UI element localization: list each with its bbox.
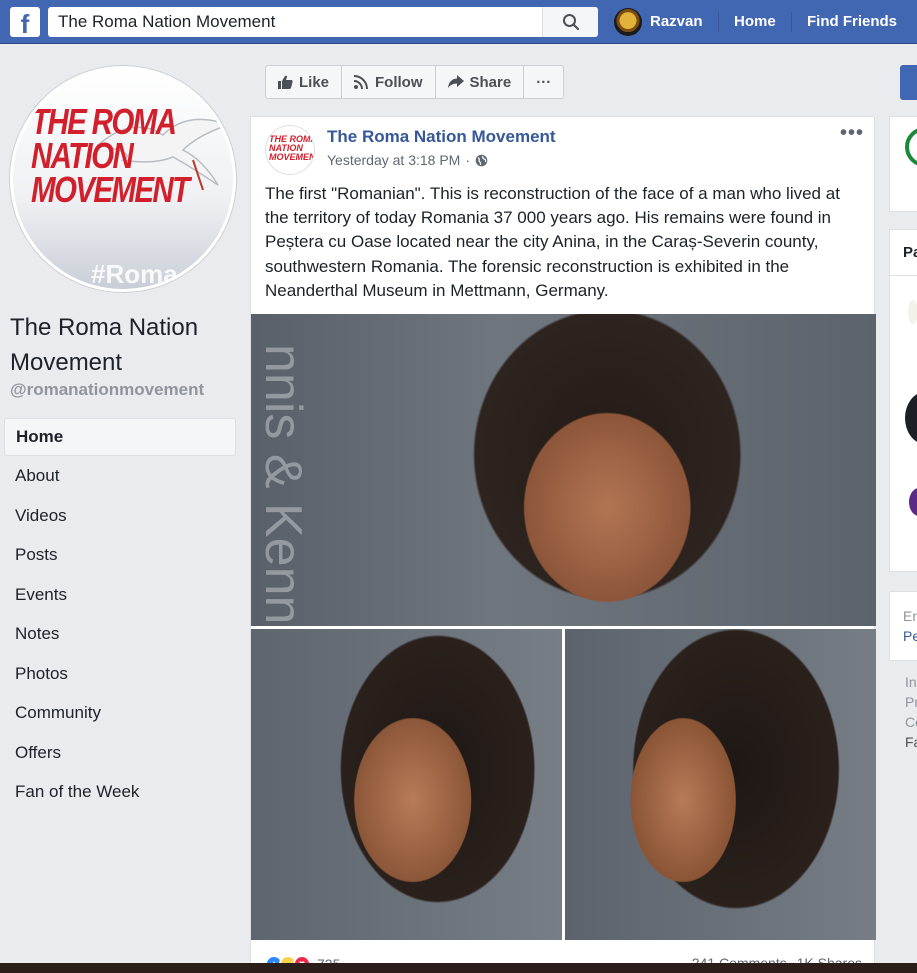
divider [791,12,792,32]
search-button[interactable] [542,7,598,37]
post-time-text[interactable]: Yesterday at 3:18 PM [327,152,460,168]
top-navigation-bar: f Razvan Home Find Friends [0,0,917,44]
rss-icon [354,75,369,89]
nav-item-photos[interactable]: Photos [4,654,236,694]
post-photo-left[interactable] [251,629,562,940]
right-card-language: Er Pe [889,591,917,661]
right-card-pages: Pa [889,229,917,572]
page-logo-hashtag: #Roma [91,259,178,289]
page-handle[interactable]: @romanationmovement [10,380,204,400]
nav-item-notes[interactable]: Notes [4,614,236,654]
post-timestamp: Yesterday at 3:18 PM · [327,152,488,168]
post-avatar-logo-text: THE ROMANATIONMOVEMENT [269,134,315,162]
page-thumbnail-1[interactable] [908,300,917,324]
facebook-logo[interactable]: f [10,7,40,37]
page-thumbnail-2[interactable] [905,392,917,444]
home-link[interactable]: Home [734,13,776,30]
like-page-button[interactable]: Like [266,66,343,98]
photo-watermark: nnis & Kenn [254,344,312,625]
nav-item-community[interactable]: Community [4,693,236,733]
search-input[interactable] [48,7,542,37]
find-friends-link[interactable]: Find Friends [807,13,897,30]
nav-item-fan-of-the-week[interactable]: Fan of the Week [4,772,236,812]
post-author-name[interactable]: The Roma Nation Movement [327,127,556,147]
footer-link-2[interactable]: Pr [905,692,917,712]
page-navigation: Home About Videos Posts Events Notes Pho… [4,418,236,812]
footer-link-1[interactable]: In [905,672,917,692]
right-card-title: Pa [903,244,917,261]
nav-item-about[interactable]: About [4,456,236,496]
post-photo-right[interactable] [565,629,876,940]
share-arrow-icon [447,75,464,88]
page-action-bar: Like Follow Share ··· [265,65,565,99]
wheel-icon [905,127,917,167]
nav-item-home[interactable]: Home [4,418,236,456]
send-message-button[interactable] [900,65,917,100]
nav-item-events[interactable]: Events [4,575,236,615]
user-avatar[interactable] [614,8,642,36]
post-text: The first "Romanian". This is reconstruc… [265,184,840,300]
more-dots-icon: ··· [536,73,552,91]
right-card3-line1: Er [903,608,917,624]
profile-link[interactable]: Razvan [650,13,703,30]
page-title[interactable]: The Roma Nation Movement [10,310,240,380]
follow-label: Follow [375,73,423,91]
globe-icon [475,154,488,166]
page-thumbnail-3[interactable] [909,488,917,516]
divider [890,275,917,276]
nav-item-offers[interactable]: Offers [4,733,236,773]
share-page-button[interactable]: Share [436,66,525,98]
thumbs-up-icon [278,75,293,89]
post-options-button[interactable]: ••• [840,122,864,145]
nav-item-posts[interactable]: Posts [4,535,236,575]
post-card: THE ROMANATIONMOVEMENT The Roma Nation M… [250,116,876,973]
post-author-avatar[interactable]: THE ROMANATIONMOVEMENT [265,125,315,175]
share-label: Share [469,73,512,91]
follow-page-button[interactable]: Follow [342,66,436,98]
nav-item-videos[interactable]: Videos [4,496,236,536]
right-card3-link[interactable]: Pe [903,628,917,644]
search-icon [562,14,579,31]
separator-dot: · [465,152,471,168]
footer-link-3[interactable]: Co [905,712,917,732]
more-options-button[interactable]: ··· [524,66,563,98]
footer-link-4[interactable]: Fa [905,732,917,752]
page-profile-picture[interactable]: THE ROMA NATION MOVEMENT #Roma [10,66,236,292]
page-logo-text: THE ROMA NATION MOVEMENT [31,101,190,210]
search-box [48,7,598,37]
divider [718,12,719,32]
like-label: Like [299,73,330,91]
right-card-top [889,116,917,212]
post-photo-main[interactable]: nnis & Kenn [251,314,876,626]
taskbar-edge [0,963,917,973]
